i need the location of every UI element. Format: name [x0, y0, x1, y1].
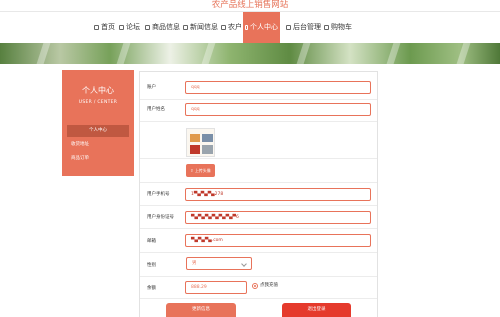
email-input[interactable]: ▀▄▀▄▀▄.com [185, 234, 371, 247]
logout-button[interactable]: 退出登录 [282, 303, 351, 317]
avatar-image [186, 128, 215, 157]
upload-avatar-button[interactable]: ⇪ 上传头像 [186, 164, 215, 177]
phone-label: 用户手机号 [147, 192, 170, 197]
row-divider [140, 121, 377, 122]
nav-item-cart[interactable]: 购物车 [322, 12, 354, 43]
account-input[interactable]: qqq [185, 81, 371, 94]
nav-item-admin-label: 后台管理 [293, 23, 321, 31]
update-info-button[interactable]: 更新信息 [166, 303, 236, 317]
sidebar-title: 个人中心 [82, 86, 114, 95]
nav-item-user-center-label: 个人中心 [250, 23, 278, 31]
balance-label: 余额 [147, 286, 156, 291]
phone-input[interactable]: 1▀▄▀▄▀▄278 [185, 188, 371, 201]
row-divider [140, 252, 377, 253]
cart-icon [324, 25, 329, 30]
gender-select[interactable]: 男 [186, 257, 252, 270]
chevron-down-icon [241, 261, 247, 267]
carousel-dots [0, 57, 500, 62]
row-divider [140, 182, 377, 183]
idcard-input[interactable]: ▀▄▀▄▀▄▀▄▀▄▀▄▀6 [185, 211, 371, 224]
gender-label: 性别 [147, 263, 156, 268]
recharge-label: 点我充值 [260, 283, 278, 288]
sidebar-item-user-center[interactable]: 个人中心 [67, 125, 129, 137]
nav-item-goods[interactable]: 商品信息 [143, 12, 182, 43]
banner-carousel [0, 43, 500, 64]
nav-item-news[interactable]: 新闻信息 [181, 12, 220, 43]
nav-item-home[interactable]: 首页 [92, 12, 117, 43]
nav-item-cart-label: 购物车 [331, 23, 352, 31]
row-divider [140, 99, 377, 100]
news-icon [183, 25, 188, 30]
name-input[interactable]: qqq [185, 103, 371, 116]
nav-item-forum-label: 论坛 [126, 23, 140, 31]
row-divider [140, 298, 377, 299]
account-label: 账户 [147, 85, 156, 90]
admin-icon [286, 25, 291, 30]
nav-item-home-label: 首页 [101, 23, 115, 31]
nav-item-news-label: 新闻信息 [190, 23, 218, 31]
nav-item-goods-label: 商品信息 [152, 23, 180, 31]
nav-item-farmer[interactable]: 农户 [219, 12, 244, 43]
site-title: 农产品线上销售网站 [211, 0, 289, 10]
forum-icon [119, 25, 124, 30]
nav-item-forum[interactable]: 论坛 [117, 12, 142, 43]
nav-item-user-center[interactable]: 个人中心 [243, 12, 280, 43]
farmer-icon [221, 25, 226, 30]
gender-value: 男 [192, 261, 197, 266]
idcard-label: 用户身份证号 [147, 215, 174, 220]
row-divider [140, 158, 377, 159]
nav-item-admin[interactable]: 后台管理 [284, 12, 323, 43]
row-divider [140, 205, 377, 206]
radio-icon [252, 283, 258, 289]
top-nav: 首页 论坛 商品信息 新闻信息 农户 个人中心 后台管理 购物车 [0, 12, 500, 43]
sidebar-item-orders[interactable]: 商品订单 [67, 153, 129, 165]
sidebar-item-address[interactable]: 收货地址 [67, 139, 129, 151]
sidebar-subtitle: USER / CENTER [78, 100, 118, 105]
goods-icon [145, 25, 150, 30]
nav-item-farmer-label: 农户 [228, 23, 242, 31]
balance-input: 888.29 [185, 281, 247, 294]
row-divider [140, 276, 377, 277]
home-icon [94, 25, 99, 30]
email-label: 邮箱 [147, 239, 156, 244]
row-divider [140, 228, 377, 229]
upload-icon: ⇪ [190, 168, 194, 173]
upload-avatar-label: 上传头像 [194, 168, 211, 173]
recharge-option[interactable]: 点我充值 [252, 282, 278, 290]
name-label: 用户姓名 [147, 107, 165, 112]
user-icon [245, 25, 248, 30]
